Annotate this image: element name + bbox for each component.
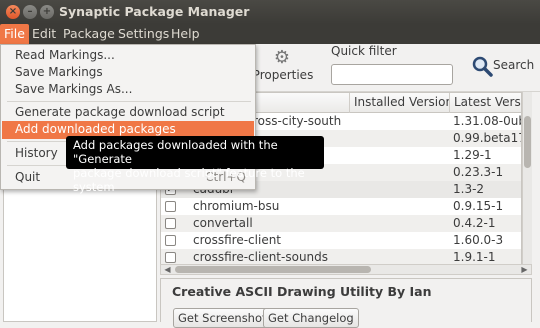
quit-label: Quit bbox=[15, 170, 41, 184]
tooltip-line-2: package download script" feature to the … bbox=[73, 166, 305, 194]
installed-version bbox=[353, 147, 447, 164]
minimize-window-button[interactable]: – bbox=[23, 5, 37, 19]
menu-item-save-markings[interactable]: Save Markings bbox=[2, 64, 254, 82]
table-row[interactable]: chromium-bsu 0.9.15-1 bbox=[161, 198, 521, 215]
tooltip: Add packages downloaded with the "Genera… bbox=[66, 136, 324, 194]
latest-version: 1.3-2 bbox=[453, 182, 485, 196]
row-checkbox[interactable] bbox=[165, 218, 176, 229]
installed-version bbox=[353, 164, 447, 181]
quick-filter-label: Quick filter bbox=[331, 44, 397, 58]
installed-version bbox=[353, 198, 447, 215]
search-icon bbox=[472, 56, 493, 77]
menu-package[interactable]: Package bbox=[59, 24, 119, 44]
menu-edit[interactable]: Edit bbox=[28, 24, 60, 44]
latest-version: 0.4.2-1 bbox=[453, 216, 496, 230]
latest-version: 0.9.15-1 bbox=[453, 199, 504, 213]
maximize-window-button[interactable]: + bbox=[40, 5, 54, 19]
menu-separator bbox=[7, 101, 251, 102]
menu-item-save-markings-as[interactable]: Save Markings As... bbox=[2, 81, 254, 99]
row-checkbox[interactable] bbox=[165, 201, 176, 212]
scroll-right-arrow-icon[interactable]: ▶ bbox=[519, 265, 530, 274]
menu-settings[interactable]: Settings bbox=[114, 24, 173, 44]
window-title: Synaptic Package Manager bbox=[59, 4, 250, 19]
vertical-scroll-thumb[interactable] bbox=[524, 116, 531, 168]
installed-version bbox=[353, 215, 447, 232]
get-changelog-button[interactable]: Get Changelog bbox=[263, 308, 359, 328]
search-label: Search bbox=[493, 58, 535, 72]
installed-version bbox=[353, 113, 447, 130]
table-vertical-scrollbar[interactable] bbox=[522, 92, 532, 270]
package-name: ross-city-south bbox=[253, 114, 342, 128]
get-screenshot-button[interactable]: Get Screenshot bbox=[173, 308, 272, 328]
package-name: chromium-bsu bbox=[193, 199, 280, 213]
installed-version bbox=[353, 181, 447, 198]
menu-bar: File Edit Package Settings Help bbox=[0, 24, 540, 44]
horizontal-scroll-thumb[interactable] bbox=[175, 266, 371, 273]
table-row[interactable]: convertall 0.4.2-1 bbox=[161, 215, 521, 232]
quick-filter-input[interactable] bbox=[331, 64, 453, 85]
package-name: crossfire-client bbox=[193, 233, 282, 247]
close-window-button[interactable]: × bbox=[6, 5, 20, 19]
search-button[interactable]: Search bbox=[468, 54, 534, 80]
latest-version: 0.99.beta17-2 bbox=[453, 131, 521, 145]
installed-version bbox=[353, 130, 447, 147]
table-row[interactable]: crossfire-client 1.60.0-3 bbox=[161, 232, 521, 249]
gear-icon: ⚙ bbox=[273, 47, 291, 68]
row-checkbox[interactable] bbox=[165, 252, 176, 263]
package-name: convertall bbox=[193, 216, 253, 230]
installed-version bbox=[353, 232, 447, 249]
package-details-pane: Creative ASCII Drawing Utility By Ian Ge… bbox=[160, 278, 532, 328]
menu-item-read-markings[interactable]: Read Markings... bbox=[2, 47, 254, 65]
package-description-title: Creative ASCII Drawing Utility By Ian bbox=[172, 284, 432, 299]
latest-version: 1.31.08-0ubur bbox=[453, 114, 521, 128]
latest-version: 0.23.3-1 bbox=[453, 165, 504, 179]
scroll-left-arrow-icon[interactable]: ◀ bbox=[162, 265, 173, 274]
column-installed-version[interactable]: Installed Version bbox=[349, 93, 449, 113]
latest-version: 1.29-1 bbox=[453, 148, 492, 162]
menu-item-generate-download-script[interactable]: Generate package download script bbox=[2, 104, 254, 122]
column-latest-version[interactable]: Latest Version bbox=[449, 93, 521, 113]
title-bar: × – + Synaptic Package Manager bbox=[0, 0, 540, 24]
menu-help[interactable]: Help bbox=[167, 24, 204, 44]
properties-label: Properties bbox=[252, 68, 314, 82]
tooltip-line-1: Add packages downloaded with the "Genera… bbox=[73, 138, 278, 166]
latest-version: 1.60.0-3 bbox=[453, 233, 504, 247]
menu-file[interactable]: File bbox=[0, 24, 29, 44]
table-horizontal-scrollbar[interactable]: ◀ ▶ bbox=[160, 264, 532, 275]
properties-button[interactable]: ⚙ Properties bbox=[252, 46, 314, 88]
row-checkbox[interactable] bbox=[165, 235, 176, 246]
